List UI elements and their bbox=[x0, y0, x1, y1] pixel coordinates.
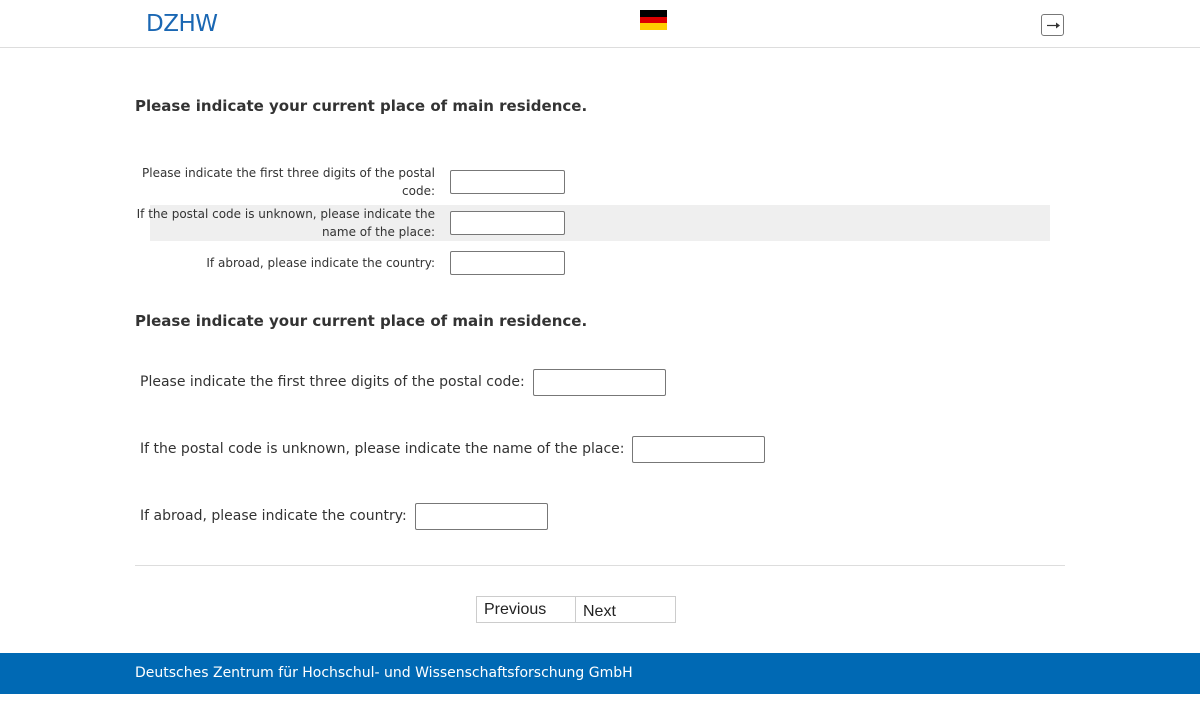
q1-postal-code-input[interactable] bbox=[450, 170, 565, 194]
q2-place-name-input[interactable] bbox=[632, 435, 766, 463]
question-2-title: Please indicate your current place of ma… bbox=[135, 312, 588, 330]
q1-row-place-name: If the postal code is unknown, please in… bbox=[137, 205, 1050, 241]
q1-row-country: If abroad, please indicate the country: bbox=[150, 245, 1050, 281]
footer-text: Deutsches Zentrum für Hochschul- und Wis… bbox=[135, 665, 633, 681]
flag-stripe-red bbox=[640, 16, 667, 24]
de-flag-icon[interactable] bbox=[640, 10, 667, 30]
q1-place-name-input[interactable] bbox=[450, 211, 565, 235]
q2-country-input[interactable] bbox=[414, 502, 548, 530]
footer-bar: Deutsches Zentrum für Hochschul- und Wis… bbox=[0, 653, 1200, 694]
q1-row-postal-code: Please indicate the first three digits o… bbox=[142, 164, 1050, 200]
flag-stripe-black bbox=[640, 10, 667, 17]
q2-postal-code-input[interactable] bbox=[532, 368, 666, 396]
q2-row-country: If abroad, please indicate the country: bbox=[140, 502, 548, 530]
question-1-title: Please indicate your current place of ma… bbox=[135, 97, 588, 115]
q2-country-label: If abroad, please indicate the country: bbox=[140, 508, 407, 524]
q2-place-name-label: If the postal code is unknown, please in… bbox=[140, 441, 625, 457]
dzhw-logo[interactable]: DZHW bbox=[146, 11, 218, 37]
logout-button[interactable] bbox=[1041, 14, 1064, 36]
q1-country-input[interactable] bbox=[450, 251, 565, 275]
section-divider bbox=[135, 565, 1065, 566]
q2-row-place-name: If the postal code is unknown, please in… bbox=[140, 435, 766, 463]
q1-country-label: If abroad, please indicate the country: bbox=[206, 256, 435, 270]
page-navigation: Previous Next bbox=[476, 596, 676, 623]
q2-postal-code-label: Please indicate the first three digits o… bbox=[140, 374, 525, 390]
q1-place-name-label: If the postal code is unknown, please in… bbox=[136, 207, 435, 239]
flag-stripe-gold bbox=[640, 23, 667, 30]
previous-button[interactable]: Previous bbox=[476, 596, 576, 623]
header-bar: DZHW bbox=[0, 0, 1200, 48]
next-button[interactable]: Next bbox=[576, 596, 676, 623]
logout-icon bbox=[1047, 22, 1060, 29]
q2-row-postal-code: Please indicate the first three digits o… bbox=[140, 368, 666, 396]
q1-postal-code-label: Please indicate the first three digits o… bbox=[142, 166, 435, 198]
